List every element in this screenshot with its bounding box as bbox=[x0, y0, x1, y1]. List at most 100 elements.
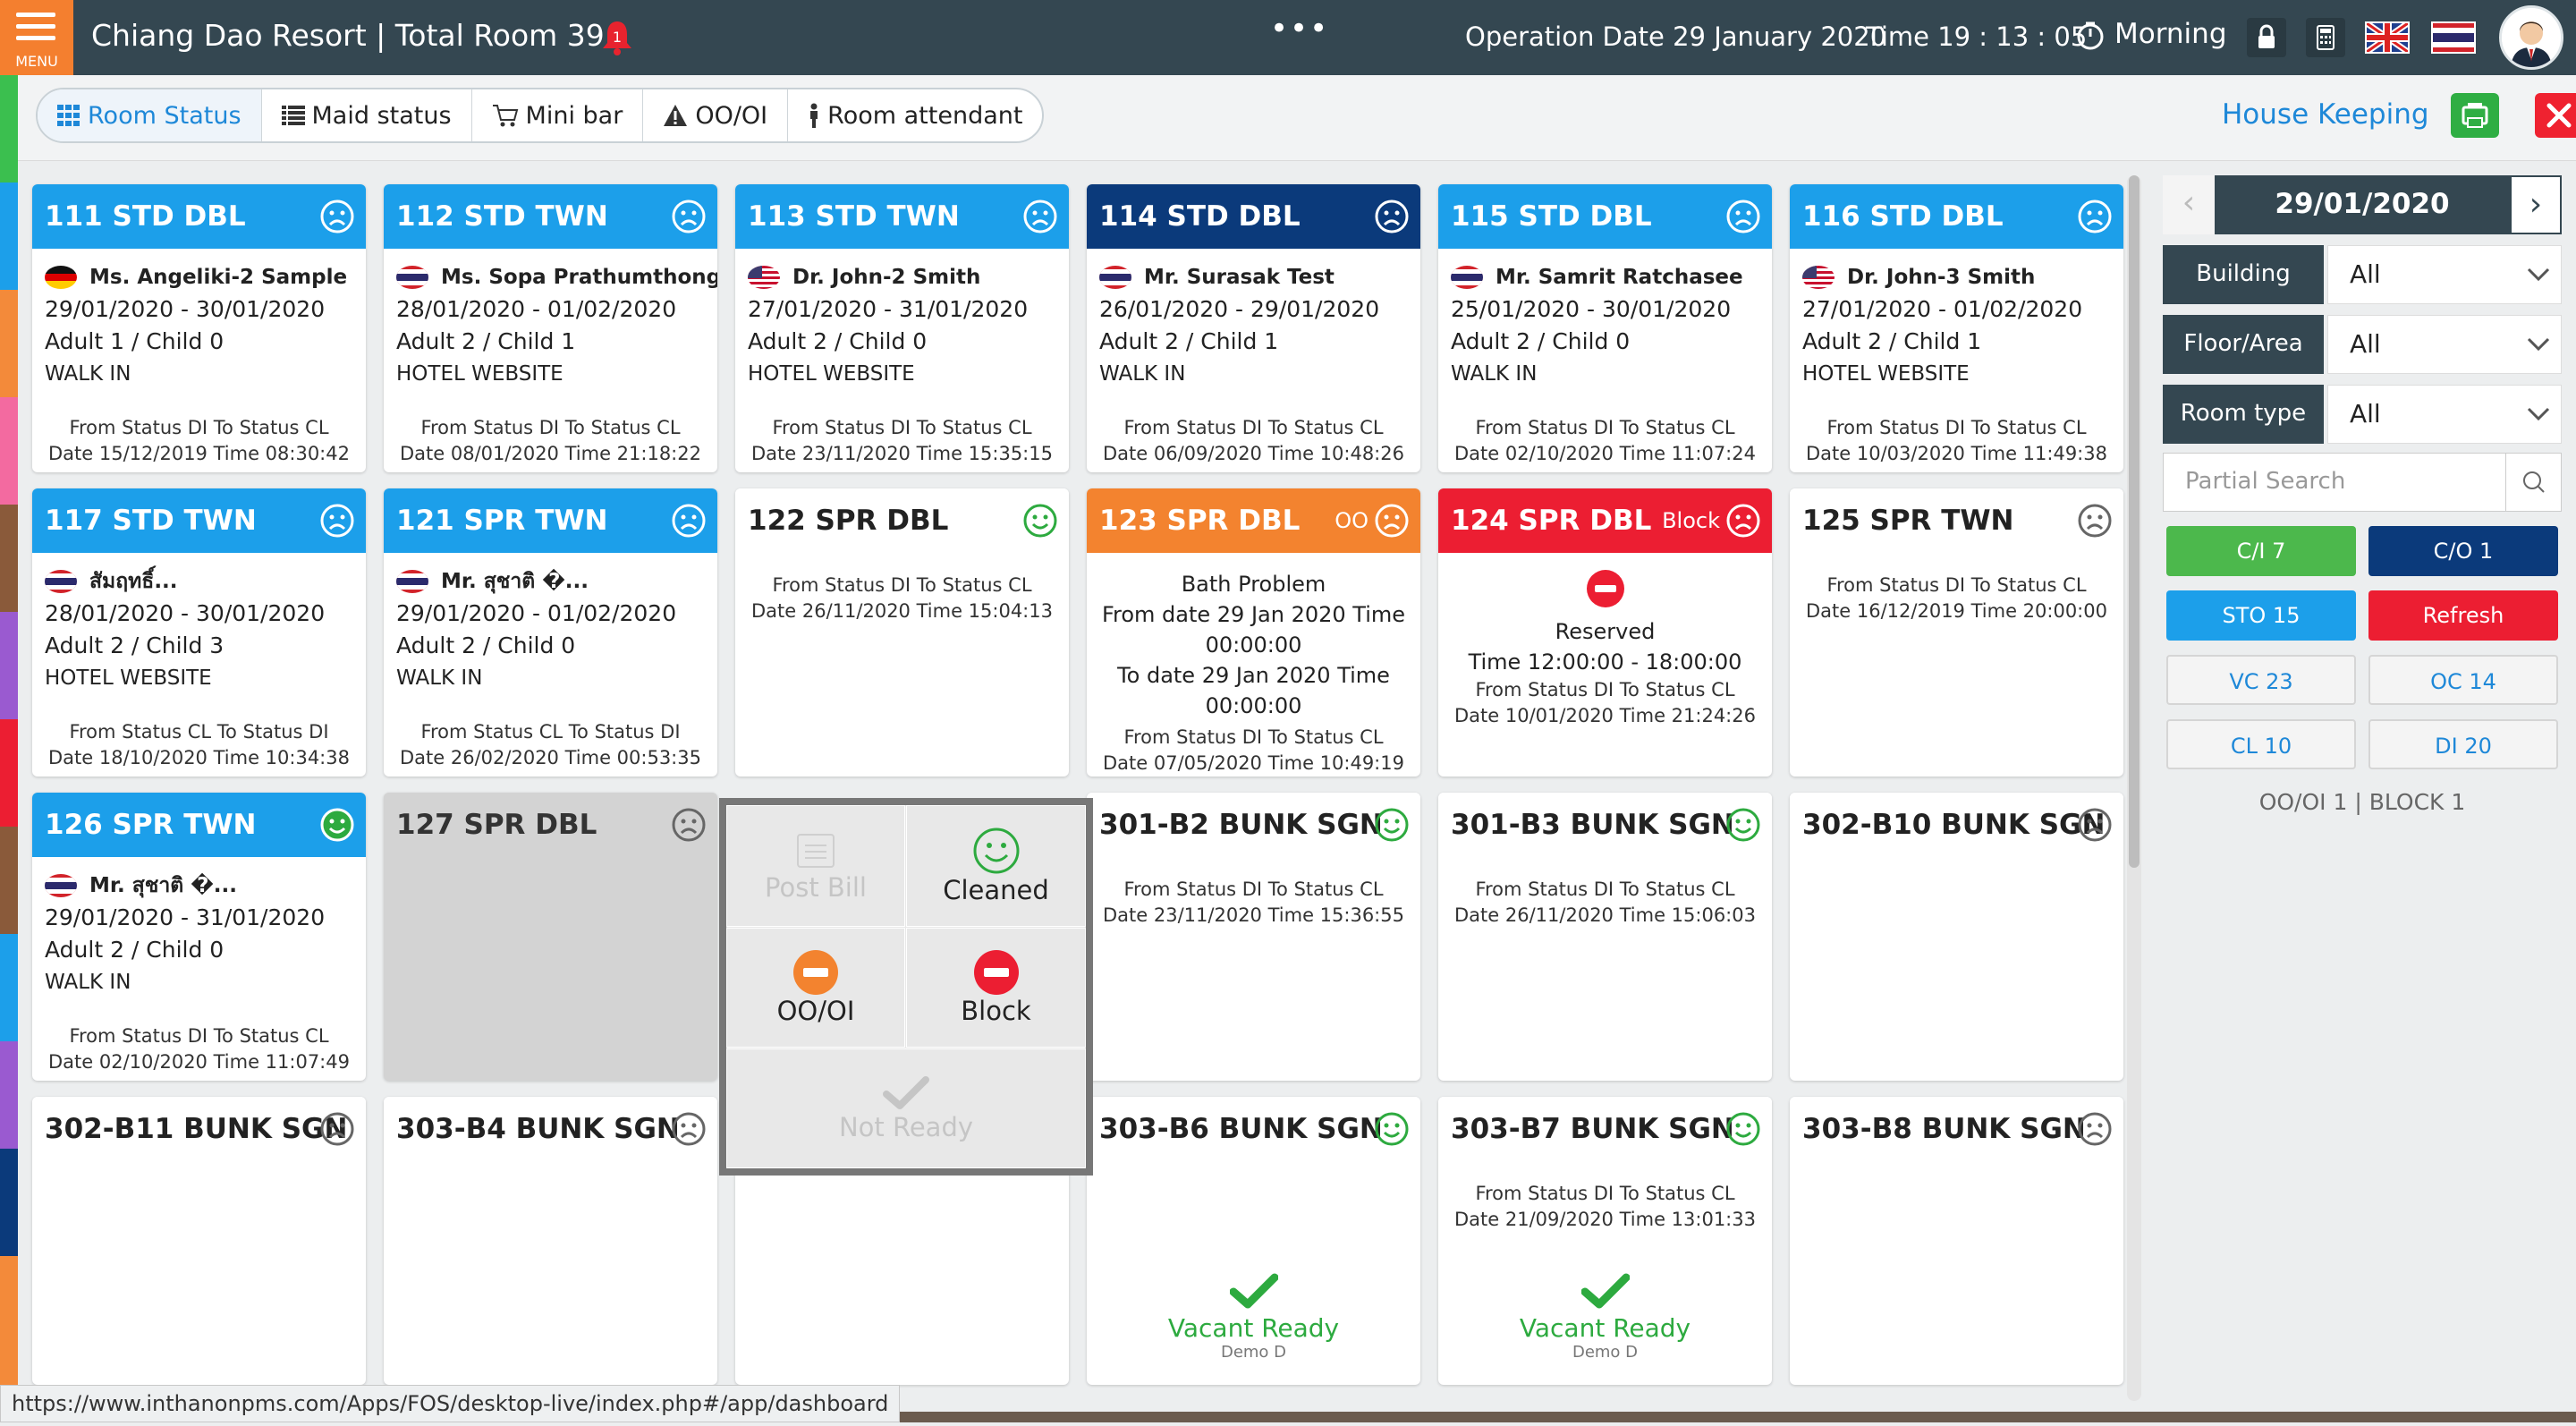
roomtype-select[interactable]: All bbox=[2327, 385, 2562, 444]
floor-select[interactable]: All bbox=[2327, 315, 2562, 374]
stay-dates: 25/01/2020 - 30/01/2020 bbox=[1451, 296, 1732, 322]
tab-oooi[interactable]: OO/OI bbox=[643, 89, 789, 141]
status-change-date: Date 18/10/2020 Time 10:34:38 bbox=[48, 747, 350, 768]
room-card[interactable]: 117 STD TWN สัมฤทธิ์... 28/01/2020 - 30/… bbox=[32, 488, 366, 777]
room-card[interactable]: 303-B6 BUNK SGN Vacant Ready Demo D bbox=[1087, 1097, 1420, 1385]
hotel-title: Chiang Dao Resort | Total Room 39 bbox=[91, 18, 605, 53]
refresh-button[interactable]: Refresh bbox=[2368, 590, 2558, 641]
room-card[interactable]: 301-B2 BUNK SGN From Status DI To Status… bbox=[1087, 793, 1420, 1081]
check-in-count-button[interactable]: C/I 7 bbox=[2166, 526, 2356, 576]
not-ready-button[interactable]: Not Ready bbox=[726, 1048, 1086, 1168]
check-out-count-button[interactable]: C/O 1 bbox=[2368, 526, 2558, 576]
scrollbar-thumb[interactable] bbox=[2129, 175, 2140, 868]
room-card[interactable]: 115 STD DBL Mr. Samrit Ratchasee 25/01/2… bbox=[1438, 184, 1772, 472]
close-button[interactable] bbox=[2535, 93, 2576, 138]
prev-date-button[interactable]: ‹ bbox=[2163, 175, 2215, 234]
stay-dates: 29/01/2020 - 30/01/2020 bbox=[45, 296, 326, 322]
room-card[interactable]: 122 SPR DBL From Status DI To Status CL D… bbox=[735, 488, 1069, 777]
dirty-button[interactable]: DI 20 bbox=[2368, 719, 2558, 769]
us-flag-icon bbox=[748, 266, 780, 289]
room-card[interactable]: 303-B7 BUNK SGN From Status DI To Status… bbox=[1438, 1097, 1772, 1385]
post-bill-button[interactable]: Post Bill bbox=[726, 805, 905, 927]
happy-face-icon bbox=[1726, 808, 1760, 842]
vacant-clean-button[interactable]: VC 23 bbox=[2166, 655, 2356, 705]
tab-maid-status[interactable]: Maid status bbox=[262, 89, 472, 141]
room-title: 112 STD TWN bbox=[396, 200, 608, 233]
next-date-button[interactable]: › bbox=[2510, 175, 2562, 234]
us-flag-icon bbox=[1802, 266, 1835, 289]
sad-face-icon bbox=[320, 504, 354, 538]
room-card[interactable]: 114 STD DBL Mr. Surasak Test 26/01/2020 … bbox=[1087, 184, 1420, 472]
block-button[interactable]: Block bbox=[906, 928, 1086, 1048]
room-card[interactable]: 121 SPR TWN Mr. สุชาติ �... 29/01/2020 -… bbox=[384, 488, 717, 777]
tab-mini-bar[interactable]: Mini bar bbox=[472, 89, 644, 141]
booking-source: HOTEL WEBSITE bbox=[396, 362, 564, 386]
cleaned-button[interactable]: Cleaned bbox=[906, 805, 1086, 927]
booking-source: WALK IN bbox=[1451, 362, 1538, 386]
room-card[interactable]: 303-B8 BUNK SGN bbox=[1790, 1097, 2123, 1385]
stay-over-count-button[interactable]: STO 15 bbox=[2166, 590, 2356, 641]
clean-button[interactable]: CL 10 bbox=[2166, 719, 2356, 769]
sad-face-icon bbox=[1375, 504, 1409, 538]
roomtype-label: Room type bbox=[2163, 385, 2324, 444]
more-options-icon[interactable]: ••• bbox=[1270, 11, 1329, 47]
room-card[interactable]: 125 SPR TWN From Status DI To Status CL D… bbox=[1790, 488, 2123, 777]
thai-flag-icon bbox=[45, 874, 77, 897]
room-card[interactable]: 126 SPR TWN Mr. สุชาติ �... 29/01/2020 -… bbox=[32, 793, 366, 1081]
search-input[interactable]: Partial Search bbox=[2185, 468, 2345, 495]
occupied-clean-button[interactable]: OC 14 bbox=[2368, 655, 2558, 705]
block-time-range: Time 12:00:00 - 18:00:00 bbox=[1468, 649, 1742, 675]
partial-search: Partial Search bbox=[2163, 453, 2562, 512]
room-card[interactable]: 111 STD DBL Ms. Angeliki-2 Sample 29/01/… bbox=[32, 184, 366, 472]
room-title: 114 STD DBL bbox=[1099, 200, 1301, 233]
lock-icon[interactable] bbox=[2247, 18, 2286, 57]
status-change: From Status DI To Status CL bbox=[1123, 726, 1384, 748]
user-avatar[interactable] bbox=[2499, 5, 2563, 70]
notification-bell-icon[interactable]: 1 bbox=[599, 18, 635, 57]
room-header: 302-B11 BUNK SGN bbox=[32, 1097, 366, 1161]
happy-face-icon bbox=[1375, 808, 1409, 842]
tab-mini-bar-label: Mini bar bbox=[525, 101, 623, 130]
clock-time: Time 19 : 13 : 05 bbox=[1866, 21, 2088, 52]
search-button[interactable] bbox=[2505, 454, 2561, 511]
toolbar: Room Status Maid status Mini bar OO/OI R… bbox=[18, 75, 2576, 161]
room-grid-scrollbar[interactable] bbox=[2127, 175, 2141, 1401]
oooi-button[interactable]: OO/OI bbox=[726, 928, 905, 1048]
room-card[interactable]: 116 STD DBL Dr. John-3 Smith 27/01/2020 … bbox=[1790, 184, 2123, 472]
room-card[interactable]: 112 STD TWN Ms. Sopa Prathumthong 28/01/… bbox=[384, 184, 717, 472]
tab-room-attendant[interactable]: Room attendant bbox=[788, 89, 1042, 141]
status-change-date: Date 02/10/2020 Time 11:07:24 bbox=[1454, 443, 1756, 464]
status-change-date: Date 16/12/2019 Time 20:00:00 bbox=[1806, 600, 2107, 622]
selected-date[interactable]: 29/01/2020 bbox=[2215, 188, 2510, 220]
room-card[interactable]: 302-B11 BUNK SGN bbox=[32, 1097, 366, 1385]
print-button[interactable] bbox=[2451, 93, 2499, 138]
chevron-down-icon bbox=[2527, 337, 2550, 352]
room-card[interactable]: 127 SPR DBL bbox=[384, 793, 717, 1081]
stay-dates: 27/01/2020 - 31/01/2020 bbox=[748, 296, 1029, 322]
room-header: 123 SPR DBL OO bbox=[1087, 488, 1420, 553]
status-change: From Status DI To Status CL bbox=[772, 417, 1032, 438]
thai-flag-icon[interactable] bbox=[2431, 21, 2476, 54]
check-icon bbox=[883, 1076, 929, 1109]
room-title: 125 SPR TWN bbox=[1802, 505, 2014, 537]
check-icon bbox=[1229, 1273, 1278, 1309]
room-card[interactable]: 124 SPR DBL Block Reserved Time 12:00:00 … bbox=[1438, 488, 1772, 777]
room-card[interactable]: 301-B3 BUNK SGN From Status DI To Status… bbox=[1438, 793, 1772, 1081]
room-card[interactable]: 302-B10 BUNK SGN bbox=[1790, 793, 2123, 1081]
status-change: From Status DI To Status CL bbox=[772, 574, 1032, 596]
status-change-date: Date 08/01/2020 Time 21:18:22 bbox=[400, 443, 701, 464]
room-card[interactable]: 123 SPR DBL OO Bath Problem From date 29 … bbox=[1087, 488, 1420, 777]
room-header: 124 SPR DBL Block bbox=[1438, 488, 1772, 553]
room-card[interactable]: 113 STD TWN Dr. John-2 Smith 27/01/2020 … bbox=[735, 184, 1069, 472]
sad-face-icon bbox=[2078, 808, 2112, 842]
menu-button[interactable]: MENU bbox=[0, 0, 73, 75]
room-card[interactable]: 303-B4 BUNK SGN bbox=[384, 1097, 717, 1385]
uk-flag-icon[interactable] bbox=[2365, 21, 2410, 55]
room-title: 111 STD DBL bbox=[45, 200, 246, 233]
status-change: From Status DI To Status CL bbox=[1475, 879, 1735, 900]
tab-room-status[interactable]: Room Status bbox=[38, 89, 262, 141]
building-select[interactable]: All bbox=[2327, 245, 2562, 304]
calculator-icon[interactable] bbox=[2306, 18, 2345, 57]
booking-source: WALK IN bbox=[45, 362, 131, 386]
thai-flag-icon bbox=[1451, 266, 1483, 289]
